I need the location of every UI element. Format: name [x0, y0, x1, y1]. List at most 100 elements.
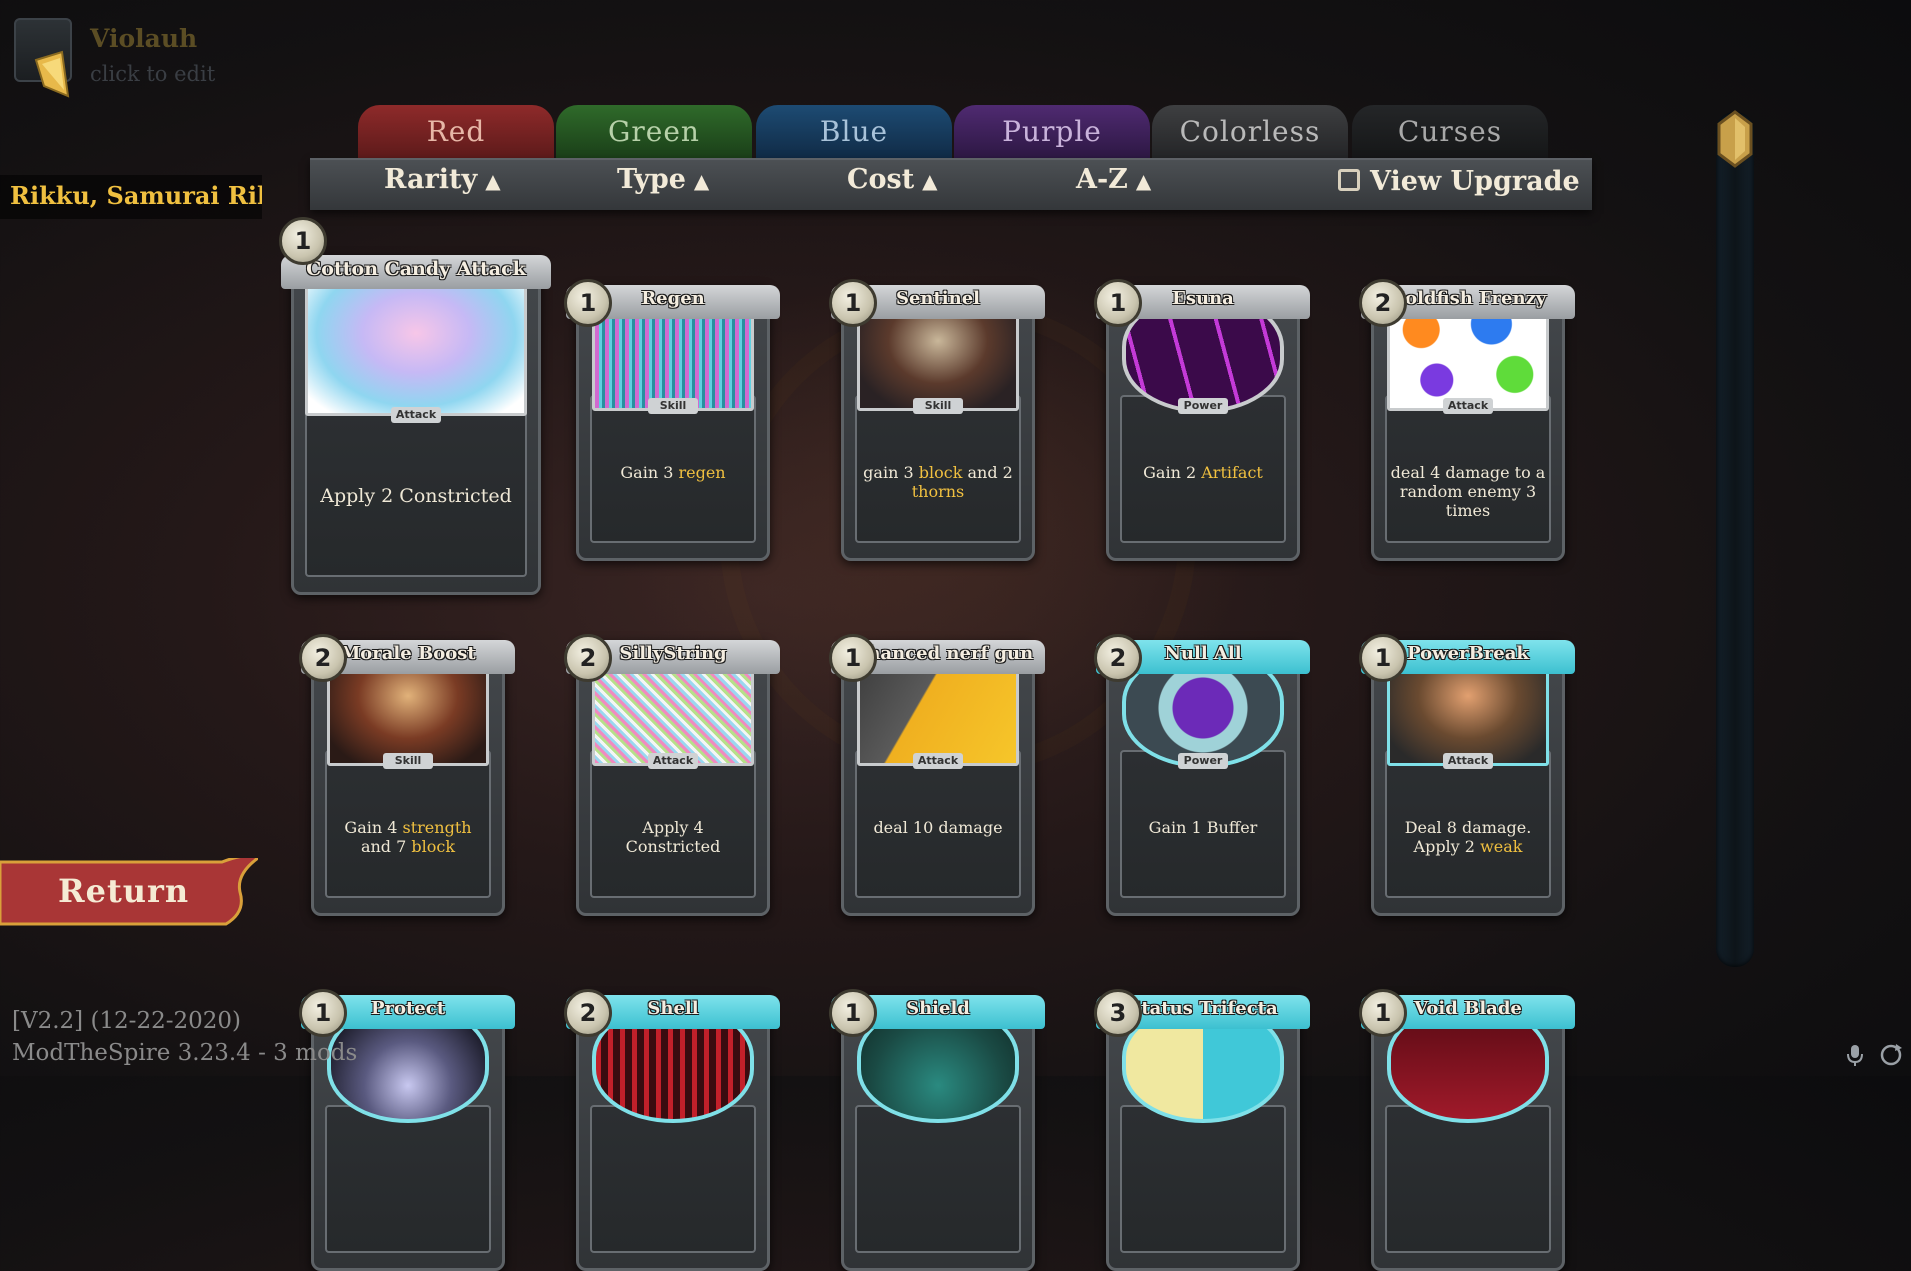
card[interactable]: Protect 1 [299, 965, 515, 1271]
card-description: deal 10 damage [859, 818, 1017, 837]
card-type-label: Attack [648, 753, 698, 769]
card[interactable]: Status Trifecta 3 [1094, 965, 1310, 1271]
card[interactable]: Regen Skill Gain 3 regen 1 [564, 255, 780, 561]
tab-blue[interactable]: Blue [756, 105, 952, 160]
sort-cost-label: Cost [847, 164, 915, 195]
energy-cost-orb: 2 [564, 634, 612, 682]
tab-purple[interactable]: Purple [954, 105, 1150, 160]
card-description: Apply 4 Constricted [594, 818, 752, 856]
card-title: Cotton Candy Attack [306, 258, 526, 280]
sort-rarity-label: Rarity [384, 164, 478, 195]
refresh-icon[interactable] [1878, 1042, 1904, 1068]
character-filter-list[interactable]: Rikku, Samurai Rikku, P [0, 175, 262, 219]
scrollbar-track[interactable] [1716, 112, 1754, 967]
card[interactable]: enhanced nerf gun Attack deal 10 damage 1 [829, 610, 1045, 916]
energy-cost-orb: 1 [279, 217, 327, 265]
view-upgrade-toggle[interactable]: View Upgrade [1338, 166, 1580, 197]
energy-cost-orb: 1 [299, 989, 347, 1037]
card-description: Gain 2 Artifact [1124, 463, 1282, 482]
profile-edit-hint[interactable]: click to edit [90, 62, 215, 86]
tab-green[interactable]: Green [556, 105, 752, 160]
card-description: Gain 3 regen [594, 463, 752, 482]
energy-cost-orb: 1 [829, 989, 877, 1037]
sort-az-button[interactable]: A-Z ▲ [1076, 164, 1151, 195]
sort-arrow-icon: ▲ [1135, 169, 1152, 193]
card-text: and 7 [360, 837, 412, 856]
sort-type-button[interactable]: Type ▲ [617, 164, 709, 195]
card[interactable]: Shield 1 [829, 965, 1045, 1271]
energy-cost-orb: 2 [564, 989, 612, 1037]
card-type-label: Power [1178, 398, 1228, 414]
card[interactable]: Goldfish Frenzy Attack deal 4 damage to a … [1359, 255, 1575, 561]
card[interactable]: PowerBreak Attack Deal 8 damage. Apply 2 w… [1359, 610, 1575, 916]
card[interactable]: Sentinel Skill gain 3 block and 2 thorns 1 [829, 255, 1045, 561]
card-text: Gain 3 [620, 463, 679, 482]
version-label: [V2.2] (12-22-2020) [12, 1008, 242, 1034]
card-type-label: Attack [913, 753, 963, 769]
card-description-box [1385, 1105, 1551, 1253]
mod-info-label: ModTheSpire 3.23.4 - 3 mods [12, 1040, 358, 1066]
sort-arrow-icon: ▲ [485, 169, 501, 193]
energy-cost-orb: 1 [1094, 279, 1142, 327]
return-button[interactable]: Return [58, 872, 189, 910]
card[interactable]: Morale Boost Skill Gain 4 strength and 7 b… [299, 610, 515, 916]
card-text: Gain 2 [1143, 463, 1202, 482]
card-description-box [1120, 1105, 1286, 1253]
scrollbar-thumb[interactable] [1713, 110, 1757, 168]
sort-rarity-button[interactable]: Rarity ▲ [384, 164, 501, 195]
energy-cost-orb: 1 [564, 279, 612, 327]
card-type-label: Attack [1443, 753, 1493, 769]
card-keyword: weak [1480, 837, 1523, 856]
card-keyword: thorns [911, 482, 965, 501]
card[interactable]: Cotton Candy Attack Attack Apply 2 Constri… [279, 217, 551, 595]
sort-type-label: Type [617, 164, 686, 195]
card-text: deal 4 damage to a random enemy 3 times [1390, 463, 1546, 520]
card-keyword: block [411, 837, 456, 856]
card[interactable]: Shell 2 [564, 965, 780, 1271]
card-keyword: regen [678, 463, 726, 482]
card-text: Gain 4 [344, 818, 403, 837]
card-text: Apply 2 Constricted [320, 485, 512, 507]
card-description: Apply 2 Constricted [315, 487, 517, 506]
energy-cost-orb: 3 [1094, 989, 1142, 1037]
sort-bar: Rarity ▲ Type ▲ Cost ▲ A-Z ▲ View Upgrade [310, 158, 1592, 210]
card[interactable]: Null All Power Gain 1 Buffer 2 [1094, 610, 1310, 916]
card-keyword: Artifact [1201, 463, 1263, 482]
card-description-box [325, 1105, 491, 1253]
energy-cost-orb: 1 [829, 279, 877, 327]
quill-icon [34, 50, 70, 98]
profile-name[interactable]: Violauh [90, 24, 197, 53]
card-description-box [590, 1105, 756, 1253]
view-upgrade-checkbox[interactable] [1338, 168, 1360, 191]
tab-colorless[interactable]: Colorless [1152, 105, 1348, 160]
card-text: deal 10 damage [873, 818, 1003, 837]
card-type-label: Power [1178, 753, 1228, 769]
card-description: Deal 8 damage. Apply 2 weak [1389, 818, 1547, 856]
card-description-box [855, 1105, 1021, 1253]
sort-cost-button[interactable]: Cost ▲ [847, 164, 938, 195]
card[interactable]: Esuna Power Gain 2 Artifact 1 [1094, 255, 1310, 561]
card-text: Apply 4 Constricted [625, 818, 721, 856]
microphone-icon[interactable] [1842, 1042, 1868, 1068]
card-text: Gain 1 Buffer [1148, 818, 1258, 837]
tab-red[interactable]: Red [358, 105, 554, 160]
card-text: gain 3 [863, 463, 919, 482]
card-type-label: Attack [1443, 398, 1493, 414]
character-list-text: Rikku, Samurai Rikku, P [10, 181, 262, 210]
energy-cost-orb: 2 [1359, 279, 1407, 327]
card-keyword: block [918, 463, 963, 482]
energy-cost-orb: 1 [1359, 989, 1407, 1037]
card-text: and 2 [962, 463, 1013, 482]
card-type-label: Skill [648, 398, 698, 414]
tab-curses[interactable]: Curses [1352, 105, 1548, 160]
energy-cost-orb: 1 [1359, 634, 1407, 682]
card-type-label: Skill [383, 753, 433, 769]
energy-cost-orb: 2 [1094, 634, 1142, 682]
card-description: Gain 1 Buffer [1124, 818, 1282, 837]
sort-az-label: A-Z [1076, 164, 1128, 195]
sort-arrow-icon: ▲ [693, 169, 710, 193]
sort-arrow-icon: ▲ [922, 169, 938, 193]
card-type-label: Attack [391, 407, 441, 423]
card[interactable]: Void Blade 1 [1359, 965, 1575, 1271]
card[interactable]: SillyString Attack Apply 4 Constricted 2 [564, 610, 780, 916]
